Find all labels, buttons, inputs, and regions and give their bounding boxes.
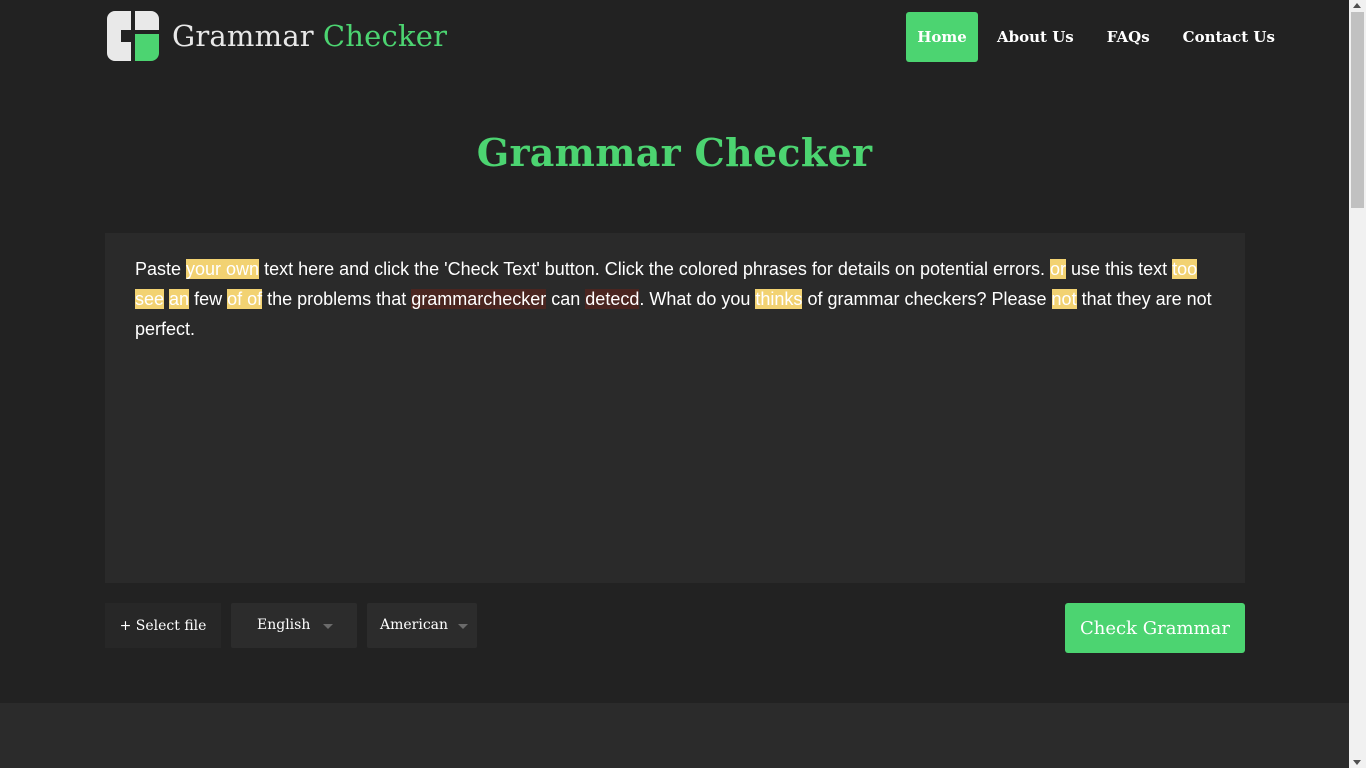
lower-section [0,703,1349,768]
grammar-error-highlight[interactable]: see [135,289,165,309]
scroll-down-arrow-icon[interactable] [1353,760,1361,765]
scrollbar-thumb[interactable] [1351,12,1364,208]
editor-text: of grammar checkers? Please [802,289,1052,309]
dialect-select[interactable]: American [367,603,477,648]
editor-text: text here and click the 'Check Text' but… [259,259,1051,279]
editor-text: few [189,289,228,309]
text-editor[interactable]: Paste your own text here and click the '… [105,233,1245,583]
check-grammar-button[interactable]: Check Grammar [1065,603,1245,653]
dialect-select-value: American [380,617,449,633]
chevron-down-icon [323,624,333,629]
nav-about-us[interactable]: About Us [997,12,1074,62]
editor-text: . What do you [639,289,756,309]
page-scrollbar[interactable] [1349,0,1366,768]
grammar-error-highlight[interactable]: not [1051,289,1077,309]
g-logo-icon [107,11,159,61]
brand-name-part2: Checker [322,18,448,53]
main-nav: Home About Us FAQs Contact Us [906,12,1275,62]
nav-contact-us[interactable]: Contact Us [1183,12,1275,62]
site-logo-link[interactable]: Grammar Checker [107,11,447,61]
select-file-button[interactable]: + Select file [105,603,221,648]
grammar-error-highlight[interactable]: too [1172,259,1198,279]
spelling-error-highlight[interactable]: detecd [585,289,640,309]
scroll-up-arrow-icon[interactable] [1353,3,1361,8]
editor-text: can [546,289,586,309]
spelling-error-highlight[interactable]: grammarchecker [411,289,547,309]
brand-name: Grammar Checker [172,18,448,53]
editor-text: use this text [1066,259,1173,279]
nav-faqs[interactable]: FAQs [1107,12,1150,62]
brand-name-part1: Grammar [172,18,314,53]
editor-text: the problems that [262,289,412,309]
editor-text: Paste [135,259,187,279]
grammar-error-highlight[interactable]: your own [186,259,260,279]
language-select-value: English [257,617,311,633]
language-select[interactable]: English [231,603,357,648]
grammar-error-highlight[interactable]: of of [227,289,263,309]
page-title: Grammar Checker [476,130,873,175]
grammar-error-highlight[interactable]: or [1050,259,1067,279]
nav-home[interactable]: Home [906,12,978,62]
site-header: Grammar Checker Home About Us FAQs Contac… [0,0,1349,80]
chevron-down-icon [458,624,468,629]
grammar-error-highlight[interactable]: an [169,289,190,309]
grammar-error-highlight[interactable]: thinks [755,289,803,309]
